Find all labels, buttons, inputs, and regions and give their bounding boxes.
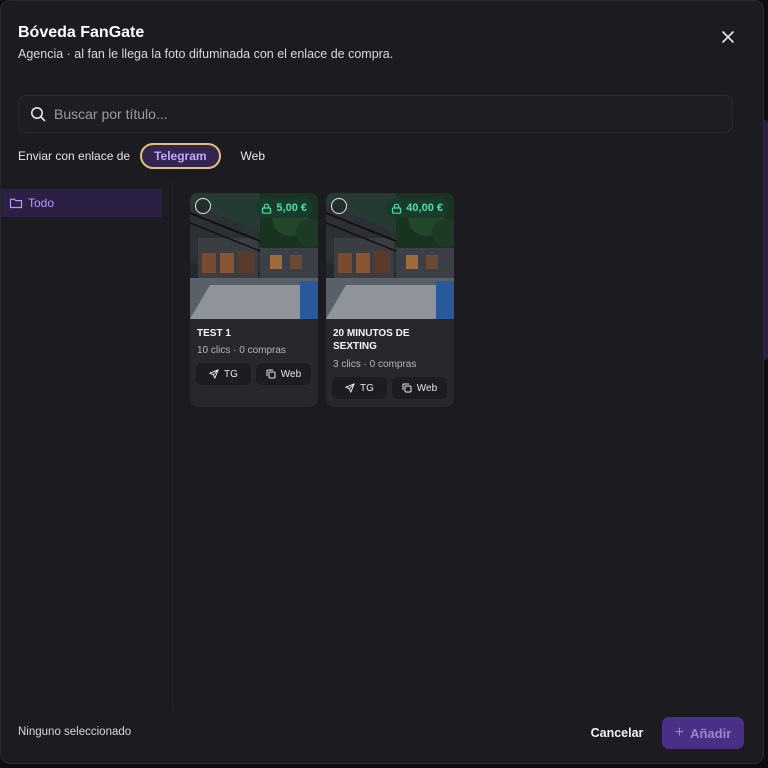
copy-web-link-button[interactable]: Web	[392, 377, 447, 399]
sidebar-item-todo[interactable]: Todo	[1, 189, 162, 217]
send-channel-selector: Enviar con enlace de Telegram Web	[18, 142, 285, 170]
search-box[interactable]	[18, 95, 733, 133]
selection-status: Ninguno seleccionado	[18, 726, 132, 738]
close-icon	[722, 31, 734, 43]
copy-web-link-label: Web	[280, 368, 302, 380]
copy-web-link-button[interactable]: Web	[256, 363, 311, 385]
copy-icon	[266, 369, 276, 379]
folder-sidebar: Todo	[1, 181, 173, 711]
send-icon	[209, 369, 219, 379]
item-actions: TG Web	[332, 377, 447, 399]
send-channel-label: Enviar con enlace de	[18, 149, 131, 163]
item-actions: TG Web	[196, 363, 311, 385]
price-badge: 40,00 €	[385, 198, 449, 218]
lock-icon	[391, 203, 402, 214]
folder-icon	[9, 196, 23, 210]
add-button-label: Añadir	[690, 725, 732, 741]
copy-icon	[402, 383, 412, 393]
send-telegram-label: TG	[224, 368, 238, 380]
dialog-title: Bóveda FanGate	[18, 24, 145, 41]
item-stats: 10 clics · 0 compras	[197, 345, 286, 356]
vault-item-card[interactable]: 5,00 € TEST 1 10 clics · 0 compras TG We…	[190, 193, 318, 407]
send-telegram-label: TG	[360, 382, 374, 394]
cancel-button[interactable]: Cancelar	[581, 717, 653, 749]
sidebar-item-label: Todo	[28, 196, 55, 210]
vault-dialog: Bóveda FanGate Agencia · al fan le llega…	[0, 0, 764, 764]
dialog-subtitle: Agencia · al fan le llega la foto difumi…	[18, 47, 394, 61]
select-item-checkbox[interactable]	[331, 198, 347, 214]
close-button[interactable]	[716, 25, 740, 49]
price-badge: 5,00 €	[255, 198, 313, 218]
send-telegram-button[interactable]: TG	[196, 363, 251, 385]
item-title: 20 MINUTOS DE SEXTING	[333, 328, 410, 352]
vault-item-card[interactable]: 40,00 € 20 MINUTOS DE SEXTING 3 clics · …	[326, 193, 454, 407]
lock-icon	[261, 203, 272, 214]
search-input[interactable]	[54, 106, 694, 122]
add-button[interactable]: + Añadir	[662, 717, 744, 749]
price-text: 5,00 €	[276, 202, 307, 214]
item-title: TEST 1	[197, 328, 231, 339]
send-telegram-button[interactable]: TG	[332, 377, 387, 399]
channel-telegram-button[interactable]: Telegram	[140, 143, 221, 169]
price-text: 40,00 €	[406, 202, 443, 214]
item-stats: 3 clics · 0 compras	[333, 359, 417, 370]
channel-web-button[interactable]: Web	[229, 143, 277, 169]
copy-web-link-label: Web	[416, 382, 438, 394]
send-icon	[345, 383, 355, 393]
search-icon	[30, 106, 46, 122]
plus-icon: +	[674, 724, 685, 741]
select-item-checkbox[interactable]	[195, 198, 211, 214]
